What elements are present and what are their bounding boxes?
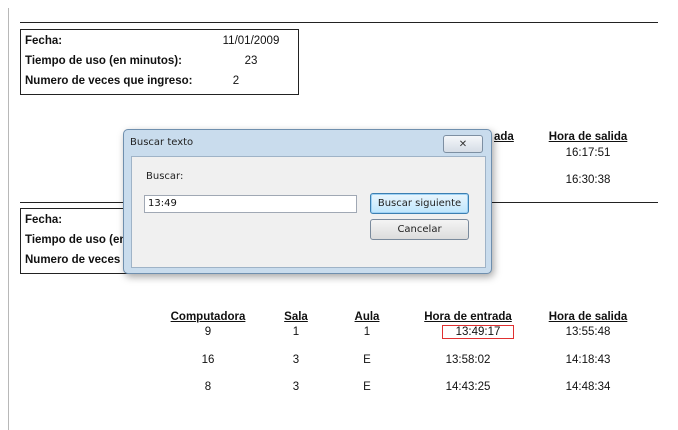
tiempo-label: Tiempo de uso (en minutos): (25, 55, 182, 67)
cell-salida: 14:18:43 (565, 354, 611, 366)
column-header-hora-salida: Hora de salida (548, 131, 628, 143)
close-icon: ✕ (458, 138, 468, 150)
cell-entrada: 14:43:25 (445, 381, 491, 393)
cell-aula: 1 (363, 326, 371, 338)
cell-salida: 13:55:48 (565, 326, 611, 338)
cell-computadora: 9 (204, 326, 212, 338)
cell-sala: 3 (292, 381, 300, 393)
column-header-computadora: Computadora (170, 311, 246, 323)
section-divider (20, 22, 658, 23)
fecha-label: Fecha: (25, 35, 63, 47)
tiempo-value: 23 (244, 55, 258, 67)
cell-entrada: 13:58:02 (445, 354, 491, 366)
close-button[interactable]: ✕ (443, 135, 483, 153)
column-header-hora-salida: Hora de salida (548, 311, 628, 323)
summary-box: Fecha: 11/01/2009 Tiempo de uso (en minu… (20, 29, 299, 95)
column-header-hora-entrada: ada (494, 131, 514, 143)
search-match-highlight: 13:49:17 (442, 325, 514, 339)
cell-salida: 16:17:51 (565, 147, 611, 159)
column-header-hora-entrada: Hora de entrada (424, 311, 512, 323)
cell-sala: 1 (292, 326, 300, 338)
search-label: Buscar: (146, 171, 184, 182)
tiempo-label: Tiempo de uso (en (25, 234, 127, 246)
cell-sala: 3 (292, 354, 300, 366)
fecha-value: 11/01/2009 (222, 35, 280, 47)
column-header-sala: Sala (284, 311, 308, 323)
cell-computadora: 8 (204, 381, 212, 393)
find-next-button[interactable]: Buscar siguiente (370, 193, 469, 214)
cancel-button[interactable]: Cancelar (370, 219, 469, 240)
cell-salida: 16:30:38 (565, 174, 611, 186)
search-input[interactable]: 13:49 (144, 195, 357, 213)
cell-computadora: 16 (201, 354, 215, 366)
page-left-edge (8, 8, 9, 430)
numero-label: Numero de veces que ingreso: (25, 75, 193, 87)
dialog-body: Buscar: 13:49 Buscar siguiente Cancelar (131, 156, 486, 268)
numero-value: 2 (232, 75, 240, 87)
cell-aula: E (363, 381, 371, 393)
cell-aula: E (363, 354, 371, 366)
dialog-title: Buscar texto (130, 137, 194, 148)
find-dialog[interactable]: Buscar texto ✕ Buscar: 13:49 Buscar sigu… (123, 129, 492, 274)
cell-salida: 14:48:34 (565, 381, 611, 393)
fecha-label: Fecha: (25, 214, 63, 226)
column-header-aula: Aula (354, 311, 380, 323)
numero-label: Numero de veces c (25, 254, 130, 266)
